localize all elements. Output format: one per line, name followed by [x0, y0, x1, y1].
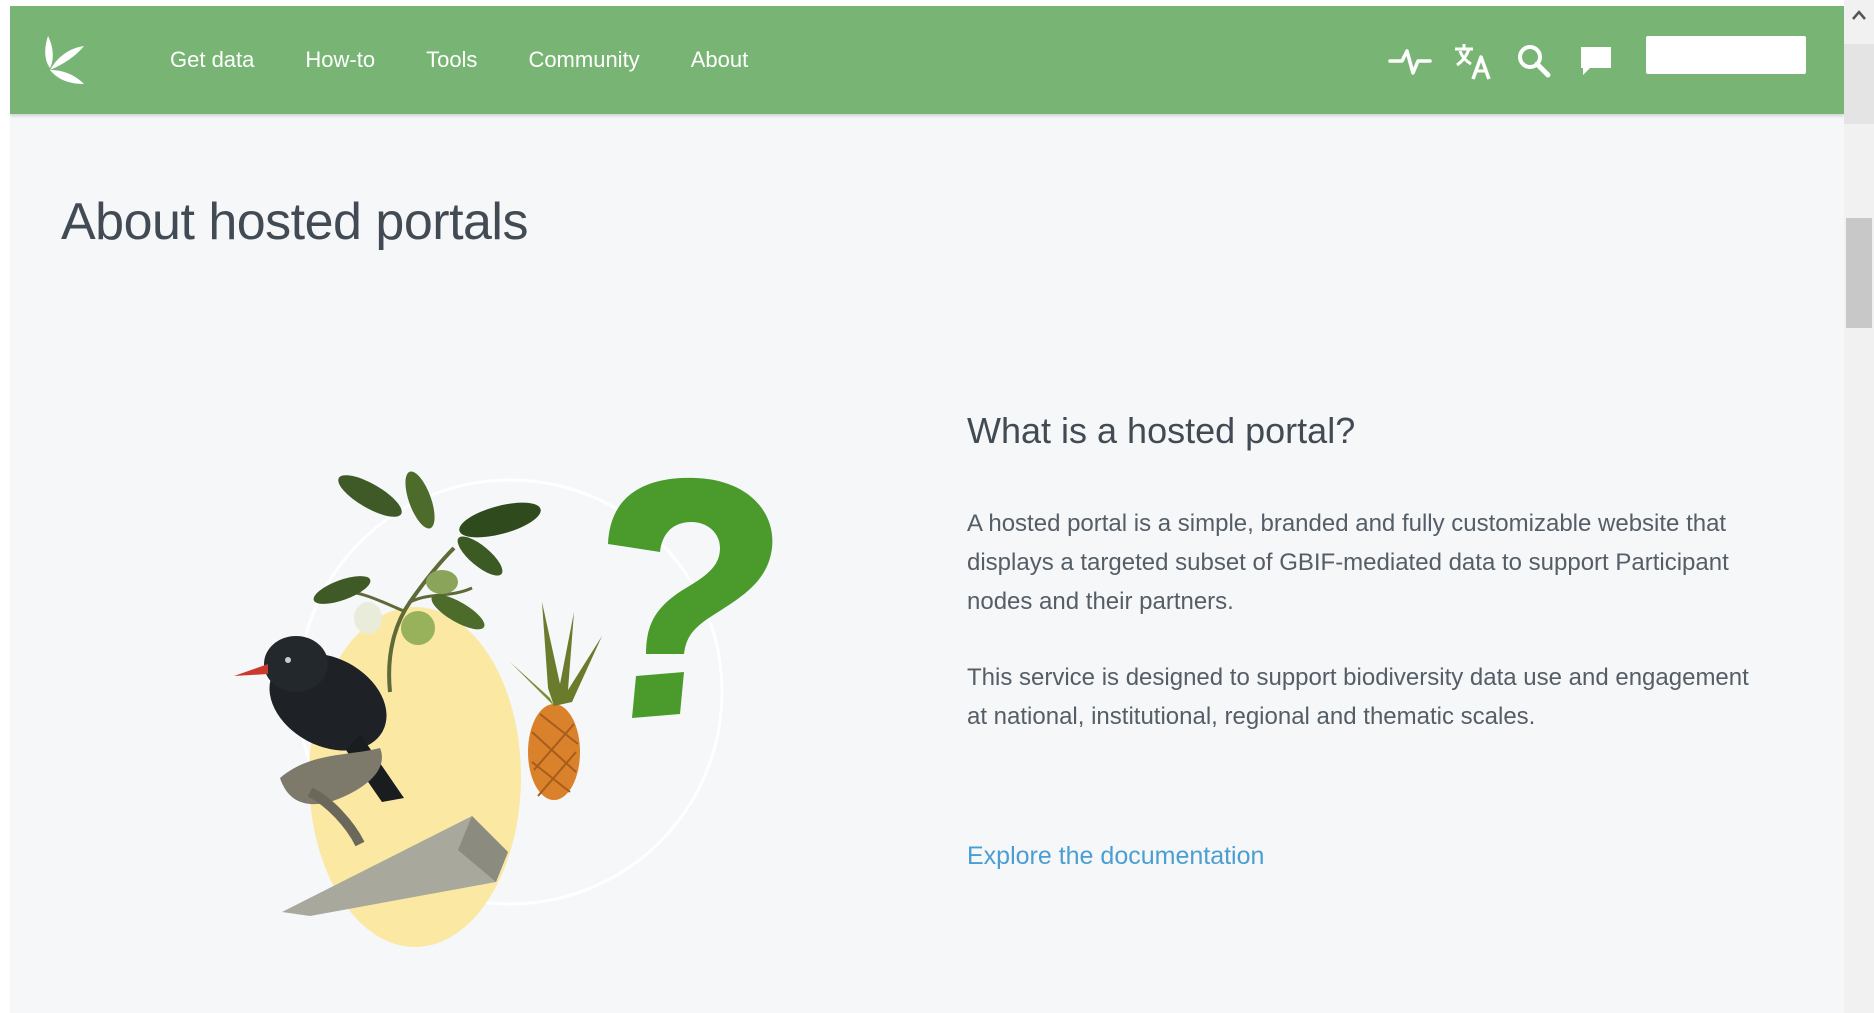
hosted-portal-illustration [210, 452, 790, 972]
search-icon[interactable] [1512, 40, 1556, 82]
feedback-icon[interactable] [1574, 40, 1618, 82]
scroll-track [1844, 44, 1874, 124]
section-title: What is a hosted portal? [967, 410, 1356, 451]
gbif-logo-icon[interactable] [34, 34, 90, 86]
scroll-thumb[interactable] [1846, 218, 1872, 328]
description-paragraph: A hosted portal is a simple, branded and… [967, 510, 1729, 615]
nav-how-to[interactable]: How-to [305, 47, 375, 73]
scroll-up-arrow-icon[interactable] [1844, 0, 1874, 30]
vertical-scrollbar[interactable] [1844, 0, 1874, 1013]
main-nav: Get data How-to Tools Community About [170, 6, 799, 114]
pulse-icon[interactable] [1388, 40, 1432, 82]
service-paragraph: This service is designed to support biod… [967, 664, 1749, 730]
page-title: About hosted portals [61, 193, 529, 251]
nav-icon-group [1388, 40, 1636, 82]
nav-community[interactable]: Community [528, 47, 639, 73]
explore-documentation-link[interactable]: Explore the documentation [967, 842, 1264, 871]
top-navbar: Get data How-to Tools Community About [10, 6, 1844, 114]
nav-tools[interactable]: Tools [426, 47, 477, 73]
nav-get-data[interactable]: Get data [170, 47, 254, 73]
nav-about[interactable]: About [691, 47, 749, 73]
translate-icon[interactable] [1450, 40, 1494, 82]
login-button[interactable] [1646, 36, 1806, 74]
page: Get data How-to Tools Community About Ab… [10, 6, 1844, 1013]
